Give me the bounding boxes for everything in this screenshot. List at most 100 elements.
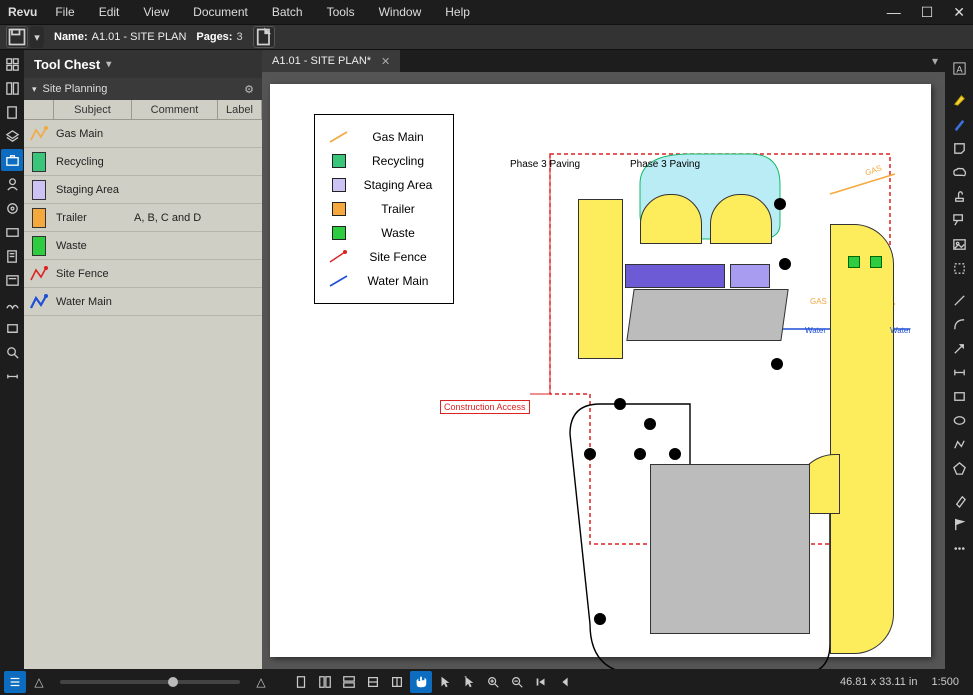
prev-page-button[interactable] xyxy=(554,671,576,693)
menu-help[interactable]: Help xyxy=(445,5,470,19)
menu-view[interactable]: View xyxy=(143,5,169,19)
legend-swatch xyxy=(325,273,353,289)
zoom-out-button[interactable]: △ xyxy=(28,671,50,693)
zoom-tool-button[interactable] xyxy=(506,671,528,693)
file-access-panel-button[interactable] xyxy=(1,101,23,123)
crop-tool-button[interactable] xyxy=(948,257,970,279)
fit-width-button[interactable] xyxy=(386,671,408,693)
panel-title-row[interactable]: Tool Chest ▾ xyxy=(24,50,262,78)
zoom-in-button[interactable]: △ xyxy=(250,671,272,693)
window-controls: — ☐ ✕ xyxy=(887,4,965,21)
eraser-tool-button[interactable] xyxy=(948,489,970,511)
select-button[interactable] xyxy=(434,671,456,693)
studio-panel-button[interactable] xyxy=(1,317,23,339)
options-tool-button[interactable] xyxy=(948,537,970,559)
page-thumbnail-button[interactable] xyxy=(253,26,275,48)
document-tab[interactable]: A1.01 - SITE PLAN* ✕ xyxy=(262,50,400,72)
highlight-tool-button[interactable] xyxy=(948,89,970,111)
image-tool-button[interactable] xyxy=(948,233,970,255)
cloud-tool-button[interactable] xyxy=(948,161,970,183)
arrow-tool-button[interactable] xyxy=(948,337,970,359)
menu-window[interactable]: Window xyxy=(379,5,422,19)
thumbnails-panel-button[interactable] xyxy=(1,53,23,75)
ellipse-tool-button[interactable] xyxy=(948,409,970,431)
tool-row[interactable]: Recycling xyxy=(24,148,262,176)
grid-header-subject[interactable]: Subject xyxy=(54,100,132,119)
menu-edit[interactable]: Edit xyxy=(99,5,120,19)
toolchest-panel-button[interactable] xyxy=(1,149,23,171)
left-rail xyxy=(0,50,24,669)
dimension-tool-button[interactable] xyxy=(948,361,970,383)
grid-header-comment[interactable]: Comment xyxy=(132,100,218,119)
panel-section-header[interactable]: ▾ Site Planning ⚙ xyxy=(24,78,262,100)
tool-row[interactable]: Site Fence xyxy=(24,260,262,288)
fit-page-button[interactable] xyxy=(362,671,384,693)
menu-tools[interactable]: Tools xyxy=(327,5,355,19)
pen-tool-button[interactable] xyxy=(948,113,970,135)
maximize-button[interactable]: ☐ xyxy=(921,4,934,21)
forms-panel-button[interactable] xyxy=(1,269,23,291)
measure-panel-button[interactable] xyxy=(1,365,23,387)
menu-document[interactable]: Document xyxy=(193,5,248,19)
flag-tool-button[interactable] xyxy=(948,513,970,535)
close-button[interactable]: ✕ xyxy=(953,4,965,21)
callout-tool-button[interactable] xyxy=(948,209,970,231)
waste-marker-b xyxy=(870,256,882,268)
rectangle-tool-button[interactable] xyxy=(948,385,970,407)
single-page-button[interactable] xyxy=(290,671,312,693)
signatures-panel-button[interactable] xyxy=(1,293,23,315)
links-panel-button[interactable] xyxy=(1,245,23,267)
tool-row-comment: A, B, C and D xyxy=(132,212,218,224)
lot-west xyxy=(578,199,623,359)
tool-row-swatch xyxy=(24,292,54,312)
legend-box[interactable]: Gas MainRecyclingStaging AreaTrailerWast… xyxy=(314,114,454,304)
section-settings-icon[interactable]: ⚙ xyxy=(244,83,254,96)
first-page-button[interactable] xyxy=(530,671,552,693)
markups-panel-button[interactable] xyxy=(1,173,23,195)
page-canvas[interactable]: Gas MainRecyclingStaging AreaTrailerWast… xyxy=(270,84,931,657)
zoom-slider-thumb[interactable] xyxy=(168,677,178,687)
legend-label: Gas Main xyxy=(353,130,443,144)
line-tool-button[interactable] xyxy=(948,289,970,311)
side-by-side-button[interactable] xyxy=(338,671,360,693)
sets-panel-button[interactable] xyxy=(1,221,23,243)
menu-batch[interactable]: Batch xyxy=(272,5,303,19)
building-main xyxy=(650,464,810,634)
label-phase3-b: Phase 3 Paving xyxy=(510,159,580,170)
stamp-tool-button[interactable] xyxy=(948,185,970,207)
minimize-button[interactable]: — xyxy=(887,4,901,21)
layers-panel-button[interactable] xyxy=(1,125,23,147)
note-tool-button[interactable] xyxy=(948,137,970,159)
polyline-tool-button[interactable] xyxy=(948,433,970,455)
save-button[interactable] xyxy=(6,26,28,48)
tool-row[interactable]: Gas Main xyxy=(24,120,262,148)
arc-tool-button[interactable] xyxy=(948,313,970,335)
text-tool-button[interactable]: A xyxy=(948,55,970,81)
menu-file[interactable]: File xyxy=(55,5,74,19)
save-dropdown-icon[interactable]: ▾ xyxy=(30,26,44,48)
zoom-rect-button[interactable] xyxy=(482,671,504,693)
tab-close-icon[interactable]: ✕ xyxy=(381,55,390,68)
search-panel-button[interactable] xyxy=(1,341,23,363)
tool-row-subject: Recycling xyxy=(54,156,132,168)
tool-row[interactable]: TrailerA, B, C and D xyxy=(24,204,262,232)
bookmarks-panel-button[interactable] xyxy=(1,77,23,99)
main-area: Tool Chest ▾ ▾ Site Planning ⚙ Subject C… xyxy=(0,50,973,669)
tabstrip-overflow-icon[interactable]: ▾ xyxy=(925,50,945,72)
label-construction-access: Construction Access xyxy=(440,400,530,414)
viewport[interactable]: Gas MainRecyclingStaging AreaTrailerWast… xyxy=(262,72,945,669)
site-plan-drawing: Phase 3 Paving Phase 3 Paving Constructi… xyxy=(530,144,910,669)
grid-header-label[interactable]: Label xyxy=(218,100,262,119)
pan-button[interactable] xyxy=(410,671,432,693)
zoom-slider[interactable] xyxy=(60,680,240,684)
tool-row[interactable]: Staging Area xyxy=(24,176,262,204)
bottom-bar: △ △ 46.81 x 33.11 in 1:500 xyxy=(0,669,973,695)
polygon-tool-button[interactable] xyxy=(948,457,970,479)
tool-row[interactable]: Waste xyxy=(24,232,262,260)
legend-swatch xyxy=(325,154,353,168)
markups-list-button[interactable] xyxy=(4,671,26,693)
tool-row[interactable]: Water Main xyxy=(24,288,262,316)
select-text-button[interactable] xyxy=(458,671,480,693)
continuous-button[interactable] xyxy=(314,671,336,693)
properties-panel-button[interactable] xyxy=(1,197,23,219)
